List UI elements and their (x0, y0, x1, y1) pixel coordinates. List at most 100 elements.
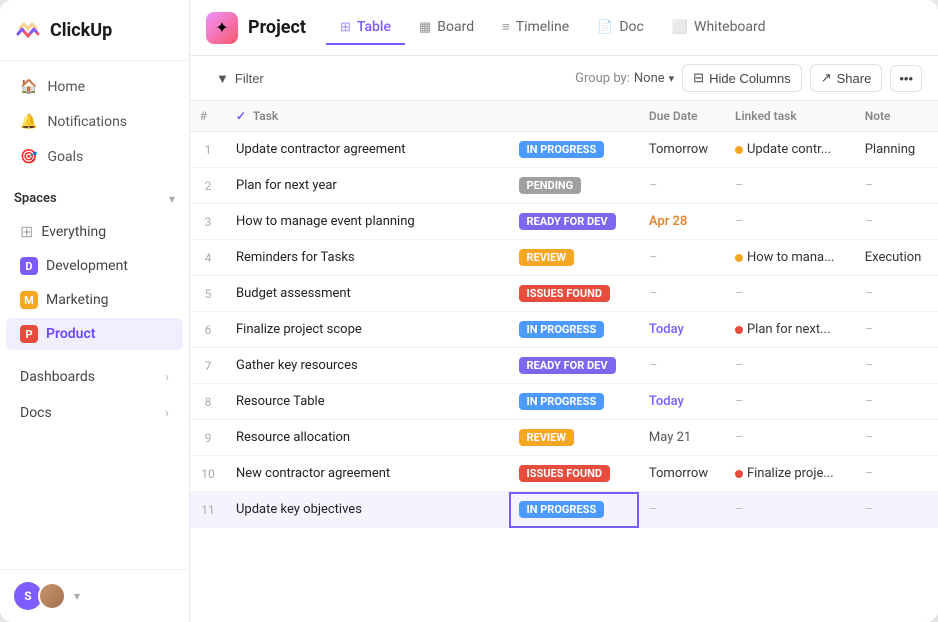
goals-icon: 🎯 (20, 149, 37, 165)
avatar-group: S (14, 582, 66, 610)
sidebar-item-everything[interactable]: ⊞ Everything (6, 215, 183, 248)
topbar: ✦ Project ⊞ Table ▦ Board ≡ Timeline 📄 (190, 0, 938, 56)
row-linked-task: – (725, 492, 855, 528)
status-badge: ISSUES FOUND (519, 285, 611, 302)
table-row[interactable]: 11Update key objectivesIN PROGRESS––– (190, 492, 938, 528)
tab-board[interactable]: ▦ Board (405, 11, 488, 45)
row-num: 11 (190, 492, 226, 528)
row-task-name[interactable]: Reminders for Tasks (226, 240, 509, 276)
sidebar-bottom: S ▾ (0, 569, 189, 622)
row-due-date: – (639, 348, 725, 384)
table-row[interactable]: 9Resource allocationREVIEWMay 21–– (190, 420, 938, 456)
row-linked-task: – (725, 348, 855, 384)
marketing-badge: M (20, 291, 38, 309)
status-badge: IN PROGRESS (519, 393, 605, 410)
columns-icon: ⊟ (693, 70, 704, 86)
sidebar-item-goals[interactable]: 🎯 Goals (6, 140, 183, 174)
status-badge: READY FOR DEV (519, 213, 616, 230)
row-linked-task: How to mana... (725, 240, 855, 276)
table-body: 1Update contractor agreementIN PROGRESST… (190, 132, 938, 528)
bell-icon: 🔔 (20, 114, 37, 130)
row-task-name[interactable]: Budget assessment (226, 276, 509, 312)
col-note: Note (855, 101, 938, 132)
status-badge: PENDING (519, 177, 582, 194)
row-task-name[interactable]: Update contractor agreement (226, 132, 509, 168)
row-status: PENDING (509, 168, 639, 204)
table-row[interactable]: 4Reminders for TasksREVIEW–How to mana..… (190, 240, 938, 276)
row-task-name[interactable]: Finalize project scope (226, 312, 509, 348)
table-row[interactable]: 2Plan for next yearPENDING––– (190, 168, 938, 204)
timeline-icon: ≡ (502, 19, 510, 35)
columns-button[interactable]: ⊟ Hide Columns (682, 64, 802, 92)
sidebar-item-marketing[interactable]: M Marketing (6, 284, 183, 316)
table-row[interactable]: 3How to manage event planningREADY FOR D… (190, 204, 938, 240)
table-row[interactable]: 10New contractor agreement ISSUES FOUND To… (190, 456, 938, 492)
row-num: 10 (190, 456, 226, 492)
row-linked-task: – (725, 204, 855, 240)
row-status: REVIEW (509, 240, 639, 276)
row-status: IN PROGRESS (509, 384, 639, 420)
table-row[interactable]: 7Gather key resourcesREADY FOR DEV––– (190, 348, 938, 384)
sidebar-item-docs[interactable]: Docs › (6, 396, 183, 430)
row-task-name[interactable]: Gather key resources (226, 348, 509, 384)
row-linked-task: – (725, 168, 855, 204)
row-task-name[interactable]: How to manage event planning (226, 204, 509, 240)
project-title: Project (248, 17, 306, 38)
chevron-right-icon: › (165, 370, 169, 384)
row-due-date: May 21 (639, 420, 725, 456)
table-row[interactable]: 6Finalize project scopeIN PROGRESSTodayP… (190, 312, 938, 348)
tab-whiteboard[interactable]: ⬜ Whiteboard (658, 11, 780, 45)
row-num: 5 (190, 276, 226, 312)
groupby-control[interactable]: Group by: None ▾ (575, 71, 674, 86)
linked-dot-icon (735, 470, 743, 478)
row-due-date: – (639, 168, 725, 204)
sidebar-item-product[interactable]: P Product (6, 318, 183, 350)
row-due-date: – (639, 276, 725, 312)
col-task: ✓ Task (226, 101, 509, 132)
row-due-date: Today (639, 312, 725, 348)
share-icon: ↗ (821, 70, 832, 86)
task-table: # ✓ Task Due Date Linked task Note 1Upda… (190, 101, 938, 528)
row-status: IN PROGRESS (509, 132, 639, 168)
status-badge: IN PROGRESS (519, 501, 605, 518)
status-badge: ISSUES FOUND (519, 465, 611, 482)
share-button[interactable]: ↗ Share (810, 64, 883, 92)
linked-dot-icon (735, 146, 743, 154)
table-icon: ⊞ (340, 20, 351, 35)
row-task-name[interactable]: Update key objectives (226, 492, 509, 528)
row-note: Execution (855, 240, 938, 276)
spaces-section-header[interactable]: Spaces ▾ (0, 183, 189, 214)
row-linked-task: Finalize proje... (725, 456, 855, 492)
status-badge: IN PROGRESS (519, 321, 605, 338)
check-icon: ✓ (236, 109, 246, 123)
tab-doc[interactable]: 📄 Doc (583, 11, 658, 45)
sidebar-item-dashboards[interactable]: Dashboards › (6, 360, 183, 394)
row-linked-task: Plan for next... (725, 312, 855, 348)
row-task-name[interactable]: New contractor agreement (226, 456, 509, 492)
sidebar-item-development[interactable]: D Development (6, 250, 183, 282)
status-badge: READY FOR DEV (519, 357, 616, 374)
sidebar-item-notifications[interactable]: 🔔 Notifications (6, 105, 183, 139)
filter-button[interactable]: ▼ Filter (206, 66, 274, 91)
tab-nav: ⊞ Table ▦ Board ≡ Timeline 📄 Doc ⬜ Wh (326, 11, 780, 44)
row-due-date: Tomorrow (639, 456, 725, 492)
table-row[interactable]: 8Resource TableIN PROGRESSToday–– (190, 384, 938, 420)
row-linked-task: Update contr... (725, 132, 855, 168)
row-note: – (855, 492, 938, 528)
home-icon: 🏠 (20, 79, 37, 95)
row-note: – (855, 384, 938, 420)
everything-grid-icon: ⊞ (20, 222, 33, 241)
sidebar-item-home[interactable]: 🏠 Home (6, 70, 183, 104)
sidebar: ClickUp 🏠 Home 🔔 Notifications 🎯 Goals S… (0, 0, 190, 622)
row-task-name[interactable]: Resource Table (226, 384, 509, 420)
row-due-date: Apr 28 (639, 204, 725, 240)
tab-timeline[interactable]: ≡ Timeline (488, 11, 583, 45)
whiteboard-icon: ⬜ (672, 20, 688, 35)
tab-table[interactable]: ⊞ Table (326, 11, 405, 45)
more-button[interactable]: ••• (890, 65, 922, 92)
table-row[interactable]: 1Update contractor agreementIN PROGRESST… (190, 132, 938, 168)
row-task-name[interactable]: Plan for next year (226, 168, 509, 204)
table-row[interactable]: 5Budget assessmentISSUES FOUND––– (190, 276, 938, 312)
status-badge: IN PROGRESS (519, 141, 605, 158)
row-task-name[interactable]: Resource allocation (226, 420, 509, 456)
